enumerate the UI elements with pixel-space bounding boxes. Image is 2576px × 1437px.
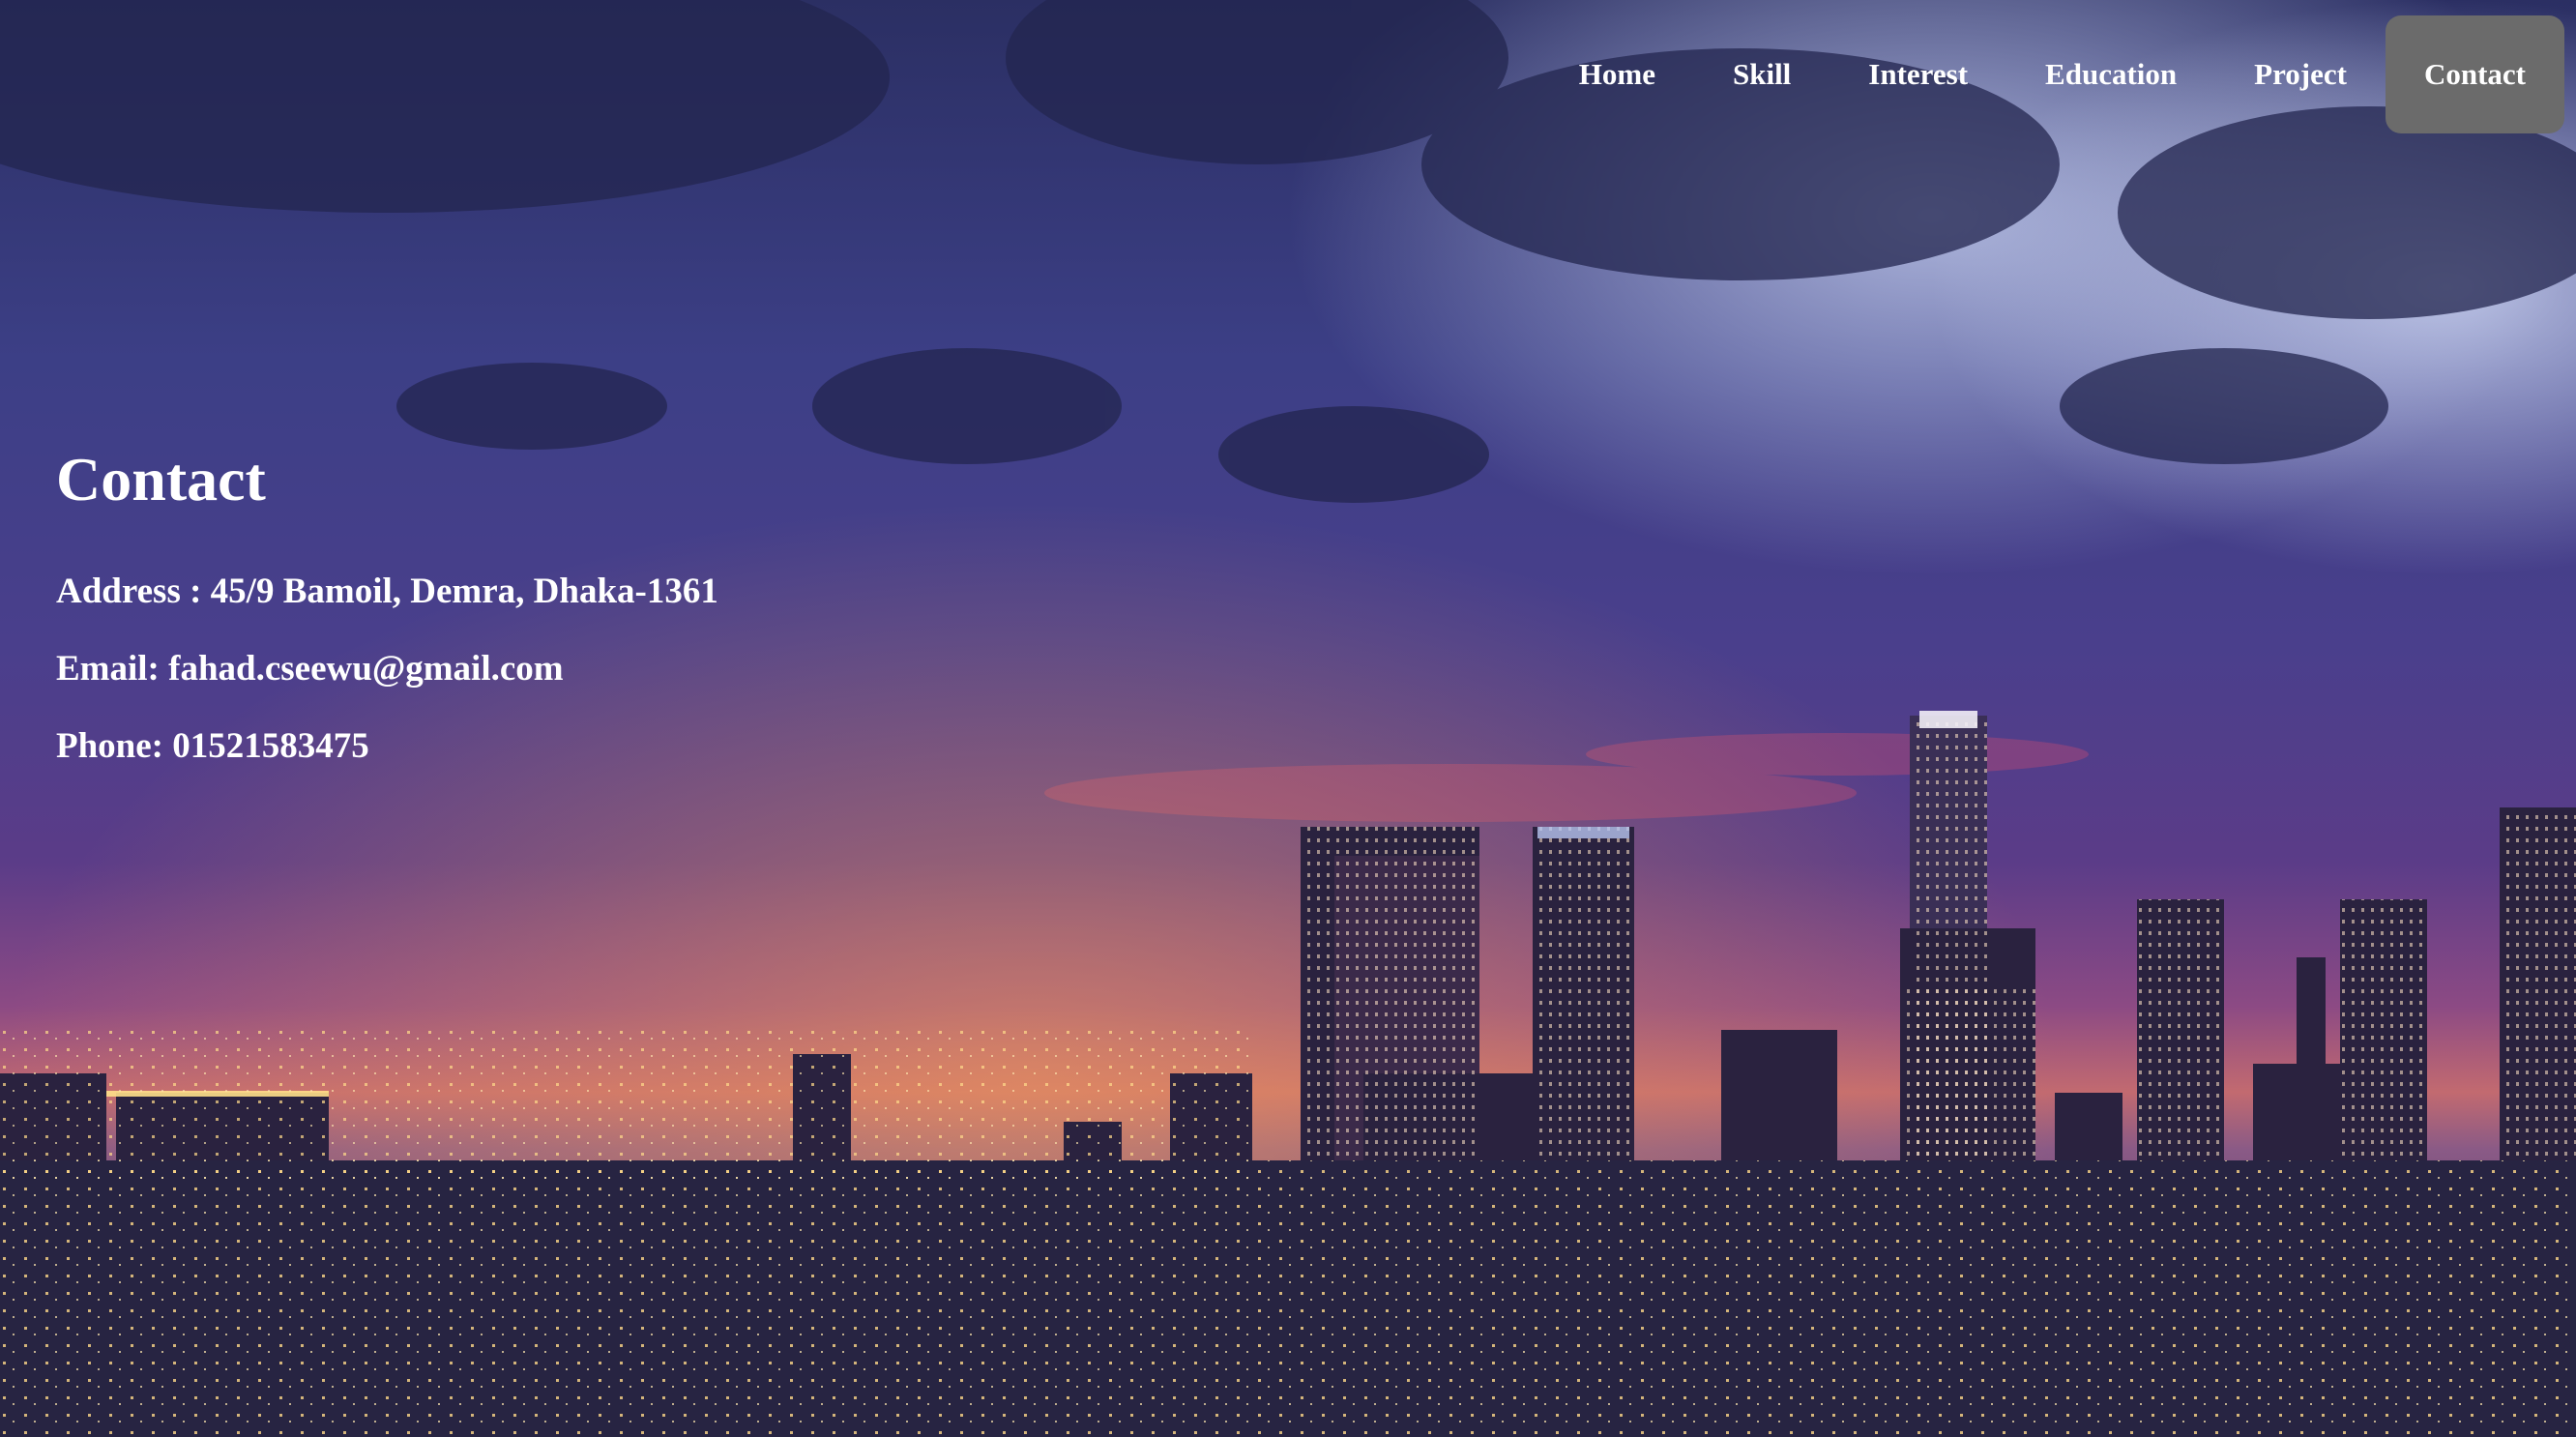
nav-item-skill[interactable]: Skill: [1694, 15, 1830, 133]
nav-item-education[interactable]: Education: [2006, 15, 2215, 133]
nav-item-home[interactable]: Home: [1540, 15, 1694, 133]
contact-section: Contact Address : 45/9 Bamoil, Demra, Dh…: [56, 437, 718, 785]
nav-item-interest[interactable]: Interest: [1830, 15, 2006, 133]
nav-item-contact[interactable]: Contact: [2385, 15, 2564, 133]
nav-item-project[interactable]: Project: [2215, 15, 2386, 133]
contact-title: Contact: [56, 445, 266, 513]
contact-phone: Phone: 01521583475: [56, 726, 369, 766]
top-navigation: Home Skill Interest Education Project Co…: [1540, 15, 2564, 133]
contact-email: Email: fahad.cseewu@gmail.com: [56, 649, 564, 689]
contact-address: Address : 45/9 Bamoil, Demra, Dhaka-1361: [56, 572, 718, 611]
